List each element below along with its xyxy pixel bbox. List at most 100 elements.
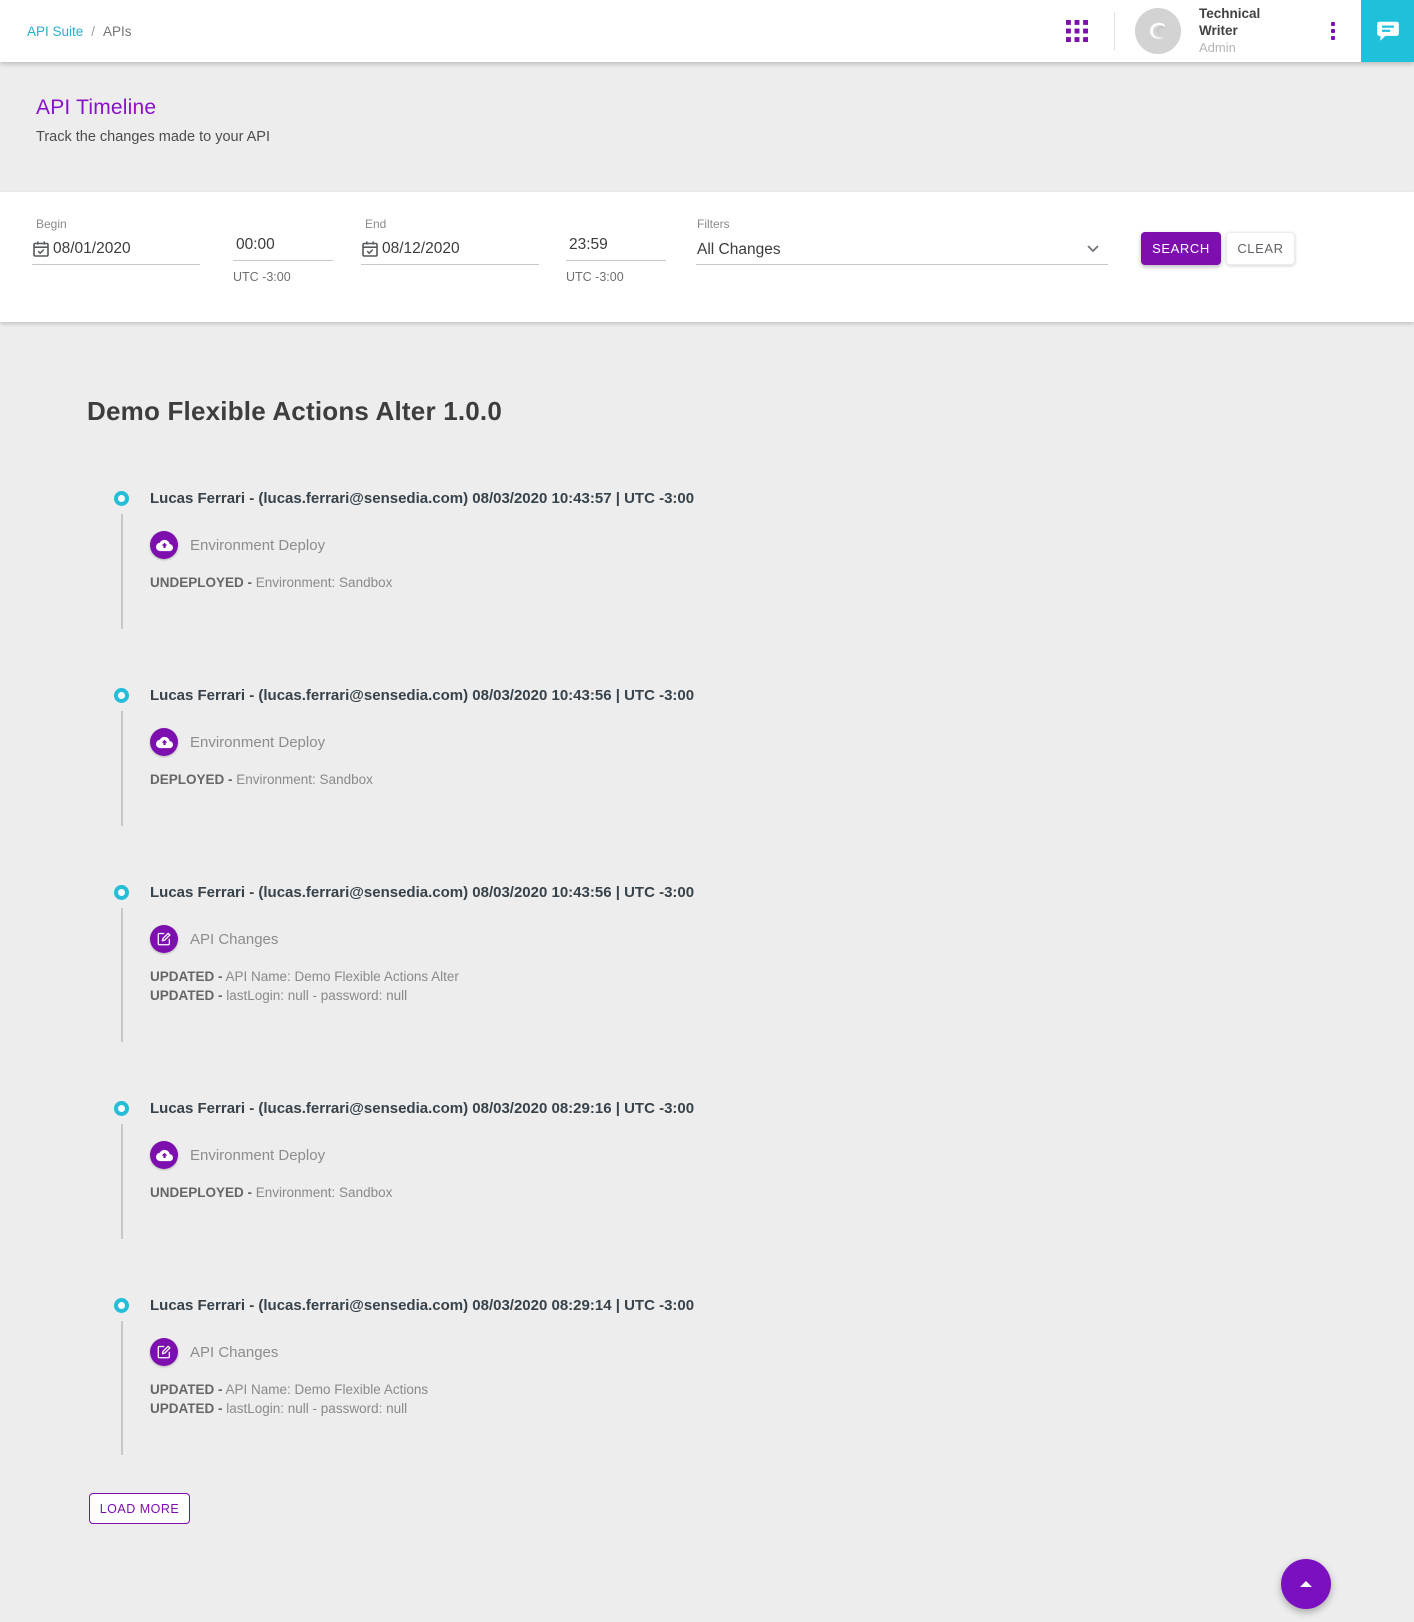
- end-date-input[interactable]: [379, 240, 539, 260]
- begin-date-field[interactable]: [32, 235, 200, 265]
- calendar-icon: [361, 240, 379, 258]
- filters-label: Filters: [697, 217, 1108, 231]
- status-prefix: UPDATED -: [150, 1382, 223, 1397]
- entry-action-row: Environment Deploy: [150, 531, 1414, 559]
- avatar-logo-icon: [1135, 8, 1181, 54]
- breadcrumb: API Suite / APIs: [27, 24, 132, 39]
- begin-time-field[interactable]: [233, 231, 333, 261]
- filter-bar: Begin UTC -3:00: [0, 192, 1414, 322]
- entry-header: Lucas Ferrari - (lucas.ferrari@sensedia.…: [150, 1098, 1414, 1120]
- entry-action-row: API Changes: [150, 925, 1414, 953]
- entry-status-lines: UPDATED - API Name: Demo Flexible Action…: [150, 967, 1414, 1005]
- status-text: Environment: Sandbox: [252, 575, 392, 590]
- status-text: API Name: Demo Flexible Actions: [223, 1382, 429, 1397]
- timeline-entry: Lucas Ferrari - (lucas.ferrari@sensedia.…: [114, 1295, 1414, 1455]
- kebab-menu-button[interactable]: [1327, 18, 1339, 44]
- begin-time-input[interactable]: [233, 236, 333, 256]
- entry-header: Lucas Ferrari - (lucas.ferrari@sensedia.…: [150, 882, 1414, 904]
- kebab-dot: [1331, 29, 1335, 33]
- end-utc-label: UTC -3:00: [566, 270, 666, 284]
- breadcrumb-api-suite-link[interactable]: API Suite: [27, 24, 83, 39]
- end-label: End: [365, 217, 539, 231]
- status-line: UPDATED - API Name: Demo Flexible Action…: [150, 1380, 1414, 1399]
- chevron-down-icon: [1086, 244, 1100, 254]
- page-subtitle: Track the changes made to your API: [36, 129, 1414, 145]
- filters-select[interactable]: All Changes: [696, 235, 1108, 265]
- api-title: Demo Flexible Actions Alter 1.0.0: [87, 396, 1414, 427]
- timeline-entry: Lucas Ferrari - (lucas.ferrari@sensedia.…: [114, 882, 1414, 1042]
- page-title: API Timeline: [36, 96, 1414, 120]
- action-label: API Changes: [190, 1344, 278, 1361]
- topbar-divider: [1114, 12, 1115, 50]
- api-changes-icon: [150, 925, 178, 953]
- status-text: Environment: Sandbox: [252, 1185, 392, 1200]
- top-bar: API Suite / APIs: [0, 0, 1414, 62]
- status-text: lastLogin: null - password: null: [223, 1401, 408, 1416]
- timeline-entry: Lucas Ferrari - (lucas.ferrari@sensedia.…: [114, 488, 1414, 629]
- status-line: UNDEPLOYED - Environment: Sandbox: [150, 1183, 1414, 1202]
- status-prefix: UNDEPLOYED -: [150, 575, 252, 590]
- clear-button[interactable]: CLEAR: [1226, 232, 1295, 265]
- search-button[interactable]: SEARCH: [1141, 232, 1221, 265]
- begin-utc-label: UTC -3:00: [233, 270, 333, 284]
- avatar[interactable]: [1135, 8, 1181, 54]
- status-text: Environment: Sandbox: [233, 772, 373, 787]
- chat-button[interactable]: [1361, 0, 1414, 62]
- user-role: Admin: [1199, 40, 1297, 56]
- user-info: Technical Writer Admin: [1199, 6, 1297, 56]
- breadcrumb-separator: /: [91, 24, 95, 39]
- status-prefix: DEPLOYED -: [150, 772, 233, 787]
- filters-selected-value: All Changes: [696, 241, 781, 259]
- action-label: Environment Deploy: [190, 537, 325, 554]
- load-more-button[interactable]: LOAD MORE: [89, 1493, 190, 1524]
- page: API Suite / APIs: [0, 0, 1414, 1622]
- entry-action-row: Environment Deploy: [150, 728, 1414, 756]
- entry-header: Lucas Ferrari - (lucas.ferrari@sensedia.…: [150, 488, 1414, 510]
- breadcrumb-current: APIs: [103, 24, 132, 39]
- topbar-right-cluster: Technical Writer Admin: [1066, 0, 1414, 62]
- status-line: DEPLOYED - Environment: Sandbox: [150, 770, 1414, 789]
- page-header: API Timeline Track the changes made to y…: [0, 62, 1414, 192]
- begin-date-input[interactable]: [50, 240, 200, 260]
- api-changes-icon: [150, 1338, 178, 1366]
- action-label: Environment Deploy: [190, 734, 325, 751]
- begin-label: Begin: [36, 217, 200, 231]
- user-name: Technical Writer: [1199, 6, 1297, 40]
- action-label: Environment Deploy: [190, 1147, 325, 1164]
- entry-header: Lucas Ferrari - (lucas.ferrari@sensedia.…: [150, 1295, 1414, 1317]
- status-line: UPDATED - API Name: Demo Flexible Action…: [150, 967, 1414, 986]
- begin-time-group: UTC -3:00: [233, 231, 333, 284]
- entry-action-row: API Changes: [150, 1338, 1414, 1366]
- arrow-up-icon: [1300, 1581, 1312, 1587]
- end-date-field[interactable]: [361, 235, 539, 265]
- apps-grid-icon: [1066, 20, 1088, 42]
- environment-deploy-icon: [150, 1141, 178, 1169]
- status-line: UNDEPLOYED - Environment: Sandbox: [150, 573, 1414, 592]
- chat-icon: [1375, 18, 1401, 44]
- status-prefix: UPDATED -: [150, 969, 223, 984]
- main-content: Demo Flexible Actions Alter 1.0.0 Lucas …: [0, 322, 1414, 1622]
- environment-deploy-icon: [150, 531, 178, 559]
- end-time-input[interactable]: [566, 236, 666, 256]
- end-time-field[interactable]: [566, 231, 666, 261]
- scroll-to-top-fab[interactable]: [1281, 1559, 1331, 1609]
- status-line: UPDATED - lastLogin: null - password: nu…: [150, 986, 1414, 1005]
- timeline-entry: Lucas Ferrari - (lucas.ferrari@sensedia.…: [114, 1098, 1414, 1239]
- kebab-dot: [1331, 22, 1335, 26]
- entry-status-lines: UNDEPLOYED - Environment: Sandbox: [150, 573, 1414, 592]
- filters-group: Filters All Changes: [696, 217, 1108, 265]
- timeline: Lucas Ferrari - (lucas.ferrari@sensedia.…: [114, 488, 1414, 1455]
- entry-action-row: Environment Deploy: [150, 1141, 1414, 1169]
- end-date-group: End: [361, 217, 539, 265]
- status-line: UPDATED - lastLogin: null - password: nu…: [150, 1399, 1414, 1418]
- entry-header: Lucas Ferrari - (lucas.ferrari@sensedia.…: [150, 685, 1414, 707]
- calendar-icon: [32, 240, 50, 258]
- apps-grid-button[interactable]: [1066, 20, 1088, 42]
- status-prefix: UNDEPLOYED -: [150, 1185, 252, 1200]
- environment-deploy-icon: [150, 728, 178, 756]
- begin-date-group: Begin: [32, 217, 200, 265]
- kebab-dot: [1331, 36, 1335, 40]
- entry-status-lines: UNDEPLOYED - Environment: Sandbox: [150, 1183, 1414, 1202]
- end-time-group: UTC -3:00: [566, 231, 666, 284]
- entry-status-lines: DEPLOYED - Environment: Sandbox: [150, 770, 1414, 789]
